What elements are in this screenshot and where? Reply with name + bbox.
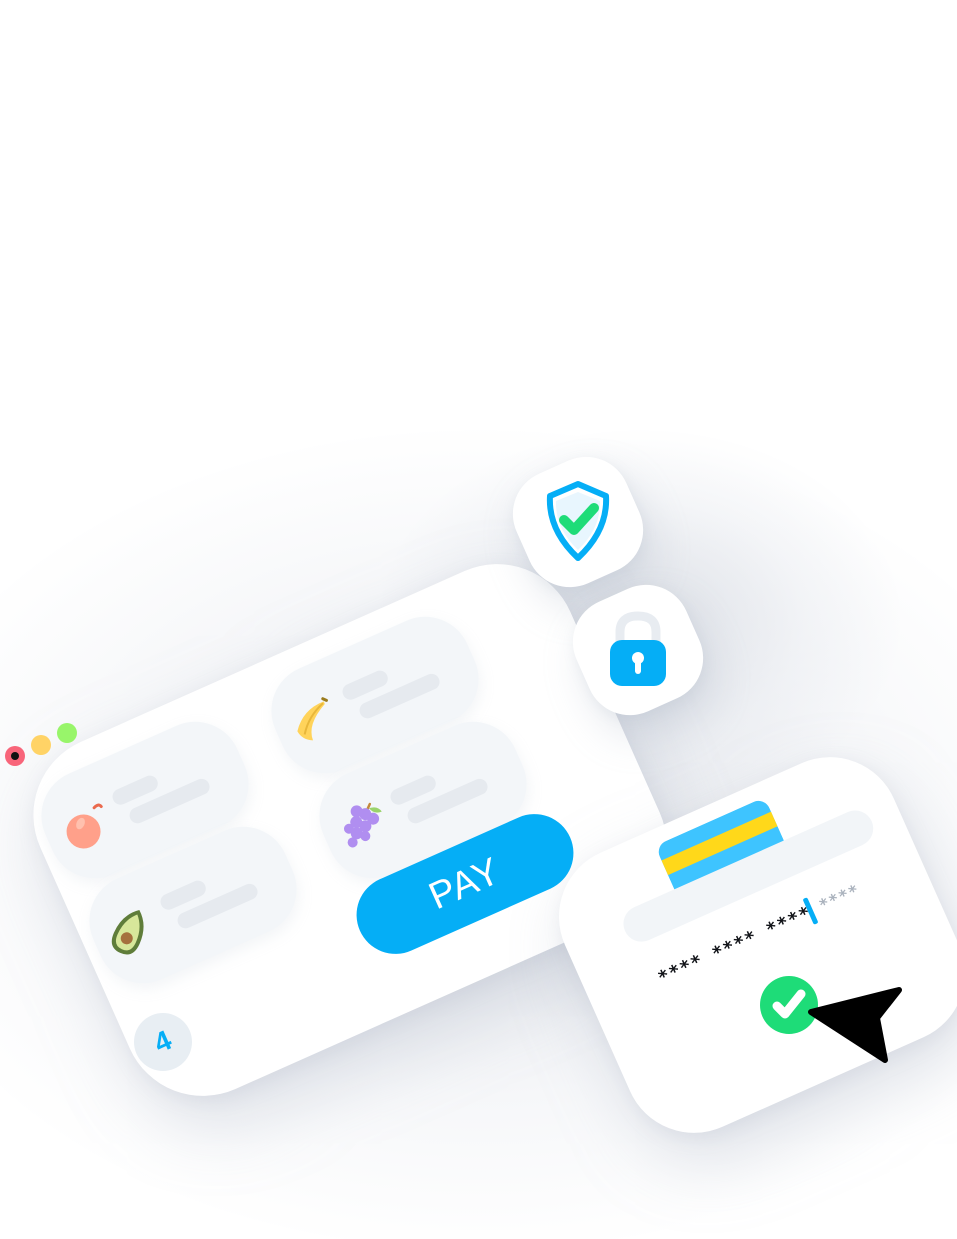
shield-check-icon [546,481,610,561]
security-shield-tile [498,442,658,602]
illustration-stage: 4 PAY **** **** **** **** [0,0,957,1239]
minimize-dot[interactable] [31,735,51,755]
pay-button-label: PAY [422,849,507,918]
security-lock-tile [558,570,718,730]
cart-count: 4 [149,1024,177,1059]
cart-count-badge[interactable]: 4 [134,1013,192,1071]
cursor-arrow-icon [808,987,902,1063]
maximize-dot[interactable] [57,723,77,743]
close-dot[interactable] [5,746,25,766]
padlock-icon [610,611,666,686]
close-dot-center [11,752,19,760]
